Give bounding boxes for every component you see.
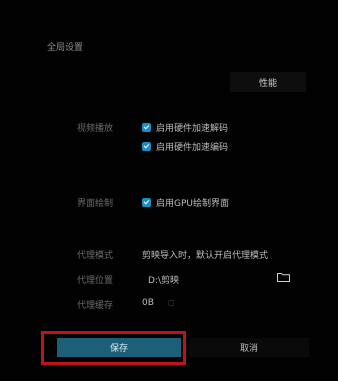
proxy-location-label: 代理位置	[77, 276, 114, 286]
checkbox-checked-icon[interactable]	[142, 198, 151, 207]
proxy-cache-value: 0B	[142, 298, 154, 308]
dialog-title: 全局设置	[47, 43, 84, 53]
performance-tab-button[interactable]: 性能	[230, 72, 306, 92]
video-playback-label: 视频播放	[77, 124, 114, 134]
hw-encode-label: 启用硬件加速编码	[156, 143, 229, 153]
checkbox-checked-icon[interactable]	[142, 123, 151, 132]
checkbox-checked-icon[interactable]	[142, 142, 151, 151]
interface-render-label: 界面绘制	[77, 199, 114, 209]
global-settings-dialog: 全局设置 性能 视频播放 启用硬件加速解码 启用硬件加速编码 界面绘制 启用GP…	[0, 0, 338, 381]
hw-decode-label: 启用硬件加速解码	[156, 124, 229, 134]
gpu-render-checkbox-row[interactable]: 启用GPU绘制界面	[142, 196, 229, 209]
folder-icon[interactable]	[277, 272, 290, 282]
clear-cache-icon[interactable]: ◻	[168, 298, 178, 308]
hw-encode-checkbox-row[interactable]: 启用硬件加速编码	[142, 140, 228, 153]
cancel-button[interactable]: 取消	[189, 338, 309, 357]
save-button[interactable]: 保存	[57, 338, 181, 357]
gpu-render-label: 启用GPU绘制界面	[156, 199, 229, 209]
proxy-mode-value: 剪映导入时，默认开启代理模式	[142, 251, 269, 261]
proxy-cache-label: 代理缓存	[77, 301, 114, 311]
proxy-mode-label: 代理模式	[77, 251, 114, 261]
hw-decode-checkbox-row[interactable]: 启用硬件加速解码	[142, 121, 228, 134]
proxy-location-value[interactable]: D:\剪映	[148, 273, 179, 286]
